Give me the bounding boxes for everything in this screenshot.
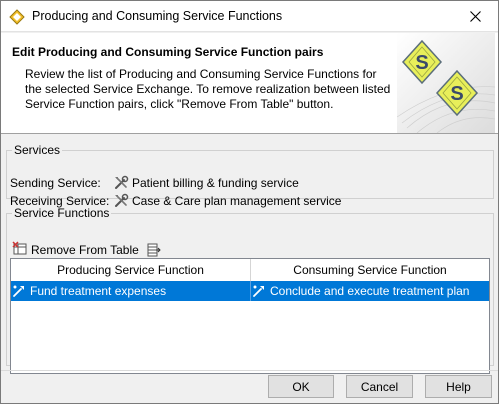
table-header: Producing Service Function Consuming Ser…: [11, 259, 489, 281]
cancel-button[interactable]: Cancel: [346, 375, 413, 398]
service-functions-group: Service Functions Remove From Table Prod…: [6, 206, 494, 374]
dialog-header: Edit Producing and Consuming Service Fun…: [1, 33, 498, 134]
remove-from-table-button[interactable]: Remove From Table: [12, 240, 143, 260]
table-remove-icon: [12, 240, 31, 260]
magicdraw-app-icon: [9, 9, 25, 25]
footer-divider: [1, 370, 498, 371]
column-header-consuming[interactable]: Consuming Service Function: [251, 259, 489, 281]
service-function-icon: [13, 285, 24, 297]
title-bar: Producing and Consuming Service Function…: [1, 1, 498, 32]
table-row[interactable]: Fund treatment expenses Conclude and exe…: [11, 281, 489, 301]
service-functions-legend: Service Functions: [14, 206, 110, 220]
header-description: Review the list of Producing and Consumi…: [25, 67, 391, 111]
service-s-diamonds-logo: S S: [396, 33, 496, 134]
service-function-icon: [253, 285, 264, 297]
sending-service-row: Sending Service: Patient billing & fundi…: [10, 175, 299, 191]
window-title: Producing and Consuming Service Function…: [32, 9, 283, 23]
table-export-icon[interactable]: [145, 241, 163, 259]
producing-function-text: Fund treatment expenses: [30, 284, 167, 298]
help-button[interactable]: Help: [425, 375, 492, 398]
column-header-producing[interactable]: Producing Service Function: [11, 259, 251, 281]
remove-from-table-label: Remove From Table: [31, 243, 139, 257]
dialog-window: Producing and Consuming Service Function…: [0, 0, 499, 404]
close-icon[interactable]: [452, 1, 498, 32]
sending-service-label: Sending Service:: [10, 176, 101, 190]
sending-service-value: Patient billing & funding service: [132, 176, 299, 190]
functions-toolbar: Remove From Table: [12, 240, 163, 260]
tools-service-icon: [113, 175, 129, 191]
services-group: Services Sending Service: Patient billin…: [6, 143, 494, 208]
header-title: Edit Producing and Consuming Service Fun…: [12, 45, 324, 59]
svg-text:S: S: [415, 52, 428, 74]
consuming-function-cell[interactable]: Conclude and execute treatment plan: [251, 281, 489, 301]
services-legend: Services: [14, 143, 61, 157]
producing-function-cell[interactable]: Fund treatment expenses: [11, 281, 251, 301]
consuming-function-text: Conclude and execute treatment plan: [270, 284, 470, 298]
svg-text:S: S: [450, 83, 463, 105]
ok-button[interactable]: OK: [268, 375, 334, 398]
service-functions-table: Producing Service Function Consuming Ser…: [10, 258, 490, 374]
